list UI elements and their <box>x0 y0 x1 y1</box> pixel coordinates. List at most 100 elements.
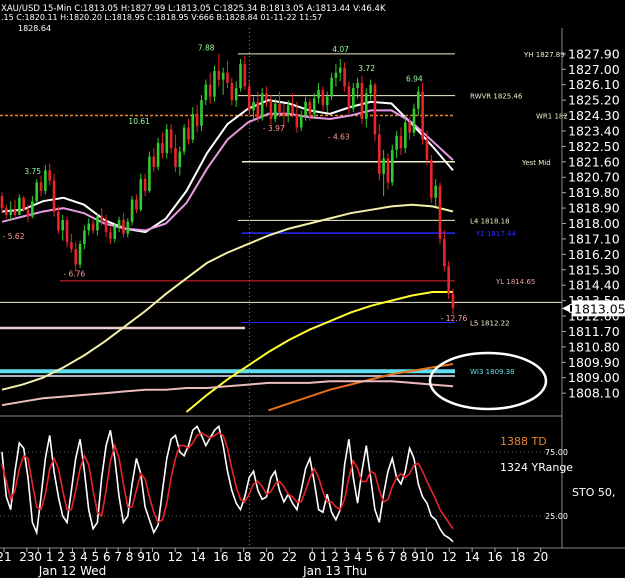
price-tick-label: 1811.70 <box>568 324 620 339</box>
candle-body <box>135 199 138 210</box>
level-label: Yest Mid <box>521 159 551 167</box>
candle-body <box>161 142 164 154</box>
date-label: Jan 13 Thu <box>302 564 367 578</box>
candle-body <box>412 108 416 133</box>
indicator-label: 1324 YRange <box>500 461 573 474</box>
swing-label: - 6.76 <box>63 270 85 279</box>
candle-body <box>178 151 182 167</box>
level-label: Y1 1817.44 <box>475 230 516 238</box>
time-tick-label: 18 <box>236 550 251 564</box>
price-label-top: 1828.64 <box>18 24 51 33</box>
level-label: YH 1827.89 <box>523 51 565 59</box>
time-tick-label: 14 <box>190 550 205 564</box>
candle-body <box>434 185 437 198</box>
candle-body <box>282 112 286 116</box>
candle-body <box>321 89 325 106</box>
time-tick-label: 16 <box>487 550 502 564</box>
candle-body <box>425 139 429 161</box>
candle-body <box>247 86 251 111</box>
swing-label: 3.72 <box>358 64 375 73</box>
candle-body <box>312 98 316 114</box>
stoch-tick-label: 75.00 <box>545 448 568 457</box>
candle-body <box>208 84 212 97</box>
time-tick-label: 10 <box>145 550 160 564</box>
price-tick-label: 1809.00 <box>568 370 620 385</box>
price-tick-label: 1810.80 <box>568 339 620 354</box>
candle-body <box>217 70 221 80</box>
candle-body <box>18 197 21 215</box>
candle-body <box>278 103 281 113</box>
candle-body <box>286 105 290 116</box>
candle-body <box>200 100 203 126</box>
candle-body <box>230 82 234 101</box>
candle-body <box>35 182 38 202</box>
price-tick-label: 1808.10 <box>568 386 620 401</box>
level-label: RWVR 1825.46 <box>470 93 523 101</box>
price-tick-label: 1819.80 <box>568 185 620 200</box>
time-tick-label: 5 <box>366 550 374 564</box>
price-tick-label: 1824.30 <box>568 108 620 123</box>
candle-body <box>299 115 303 128</box>
swing-label: 10.61 <box>128 117 150 126</box>
candle-body <box>377 134 381 174</box>
candle-body <box>100 216 104 221</box>
candle-body <box>130 199 134 222</box>
price-tick-label: 1822.50 <box>568 139 620 154</box>
price-tick-label: 1823.40 <box>568 123 620 138</box>
candle-body <box>386 158 390 183</box>
candle-body <box>191 113 195 140</box>
price-tick-label: 1825.20 <box>568 93 620 108</box>
time-tick-label: 9 <box>137 550 145 564</box>
price-tick-label: 1814.40 <box>568 278 620 293</box>
candle-body <box>152 156 156 167</box>
time-tick-label: 12 <box>168 550 183 564</box>
time-tick-label: 10 <box>419 550 434 564</box>
candle-body <box>70 242 73 250</box>
candle-body <box>13 209 17 215</box>
time-tick-label: 1 <box>320 550 328 564</box>
indicator-label: STO 50, <box>572 486 615 499</box>
price-tick-label: 1827.90 <box>568 46 620 61</box>
candle-body <box>304 101 307 116</box>
chart-canvas: XAU/USD 15-Min C:1813.05 H:1827.99 L:181… <box>0 0 625 578</box>
candle-body <box>451 293 455 309</box>
time-tick-label: 4 <box>80 550 88 564</box>
time-tick-label: 16 <box>213 550 228 564</box>
candle-body <box>330 77 333 97</box>
candle-body <box>447 266 450 294</box>
candle-body <box>291 105 294 114</box>
candle-body <box>204 84 208 101</box>
candle-body <box>109 232 112 239</box>
candle-body <box>74 249 78 265</box>
candle-body <box>395 136 398 150</box>
candle-body <box>421 91 424 140</box>
candle-body <box>113 226 117 239</box>
candle-body <box>443 238 446 267</box>
candle-body <box>417 91 420 109</box>
level-label: WR1 182 <box>536 113 568 121</box>
candle-body <box>408 122 411 133</box>
candle-body <box>343 67 346 87</box>
time-tick-label: 4 <box>354 550 362 564</box>
candle-body <box>83 230 86 245</box>
candle-body <box>213 70 216 97</box>
candle-body <box>269 100 273 119</box>
candle-body <box>26 209 30 217</box>
time-tick-label: 2 <box>57 550 65 564</box>
candle-body <box>351 88 355 109</box>
candle-body <box>156 142 160 167</box>
swing-label: 7.88 <box>198 43 215 52</box>
time-tick-label: 3 <box>343 550 351 564</box>
time-tick-label: 0 <box>34 550 42 564</box>
candle-body <box>57 211 60 231</box>
candle-body <box>347 86 351 109</box>
candle-body <box>39 182 43 191</box>
candle-body <box>65 220 69 243</box>
candle-body <box>87 223 91 231</box>
candle-body <box>234 88 238 101</box>
stoch-tick-label: 25.00 <box>545 512 568 521</box>
candle-body <box>308 101 312 114</box>
candle-body <box>438 185 442 239</box>
candle-body <box>5 208 8 215</box>
candle-body <box>338 67 342 73</box>
